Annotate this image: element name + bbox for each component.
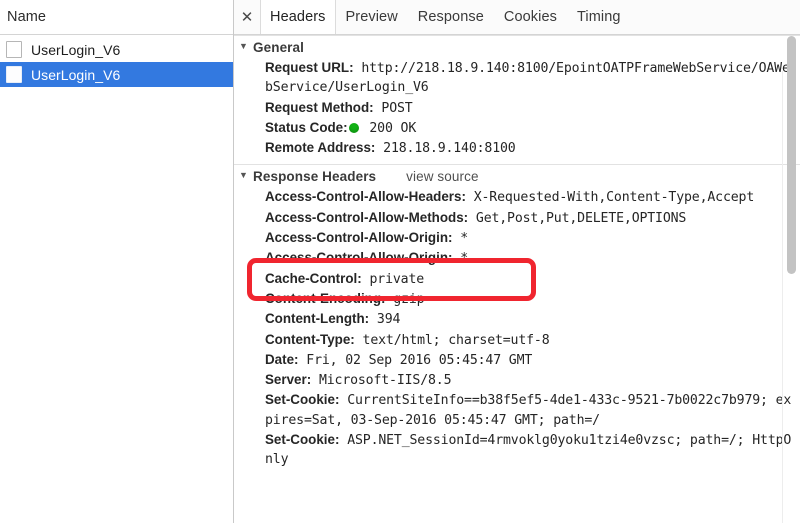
header-row: Set-Cookie: ASP.NET_SessionId=4rmvoklg0y…	[265, 430, 792, 470]
tab-timing[interactable]: Timing	[566, 0, 631, 34]
header-value: 218.18.9.140:8100	[375, 141, 516, 157]
header-row: Cache-Control: private	[265, 269, 792, 289]
section-header-response-headers[interactable]: ▼ Response Headers view source	[234, 164, 800, 187]
header-value: Fri, 02 Sep 2016 05:45:47 GMT	[298, 352, 533, 368]
header-name: Access-Control-Allow-Headers:	[265, 189, 466, 205]
headers-content: ▼ General Request URL: http://218.18.9.1…	[234, 35, 800, 523]
tab-cookies[interactable]: Cookies	[493, 0, 567, 34]
header-row: Set-Cookie: CurrentSiteInfo==b38f5ef5-4d…	[265, 390, 792, 430]
header-value: 394	[369, 312, 401, 328]
header-name: Request URL:	[265, 60, 354, 75]
header-row: Access-Control-Allow-Headers: X-Requeste…	[265, 187, 792, 207]
header-row: Server: Microsoft-IIS/8.5	[265, 370, 792, 390]
header-row: Status Code: 200 OK	[265, 118, 792, 138]
header-value: *	[452, 231, 469, 247]
header-name: Set-Cookie:	[265, 392, 340, 408]
header-name: Set-Cookie:	[265, 432, 340, 448]
section-title-response-headers: Response Headers	[253, 169, 377, 185]
header-row: Request URL: http://218.18.9.140:8100/Ep…	[265, 58, 792, 98]
header-row: Access-Control-Allow-Origin: *	[265, 248, 792, 268]
chevron-down-icon: ▼	[239, 170, 249, 181]
header-name: Server:	[265, 372, 312, 388]
header-name: Content-Encoding:	[265, 290, 386, 306]
tab-preview[interactable]: Preview	[335, 0, 408, 34]
header-row: Content-Length: 394	[265, 309, 792, 329]
header-value: private	[361, 271, 425, 287]
header-row: Request Method: POST	[265, 98, 792, 118]
header-name: Cache-Control:	[265, 270, 362, 286]
header-row: Access-Control-Allow-Methods: Get,Post,P…	[265, 208, 792, 228]
header-value: CurrentSiteInfo==b38f5ef5-4de1-433c-9521…	[265, 393, 792, 428]
header-value: POST	[373, 100, 413, 116]
panel-edge-divider	[782, 71, 783, 523]
header-value: *	[452, 251, 469, 267]
header-name: Date:	[265, 351, 299, 367]
header-name: Remote Address:	[265, 140, 376, 156]
header-value: text/html; charset=utf-8	[354, 332, 550, 348]
header-row: Date: Fri, 02 Sep 2016 05:45:47 GMT	[265, 350, 792, 370]
chevron-down-icon: ▼	[239, 41, 249, 51]
list-item-label: UserLogin_V6	[31, 66, 121, 83]
document-icon	[6, 66, 22, 83]
view-source-link[interactable]: view source	[406, 169, 478, 184]
list-item[interactable]: UserLogin_V6	[0, 62, 233, 87]
header-name: Status Code:	[265, 119, 348, 135]
header-name: Access-Control-Allow-Methods:	[265, 209, 469, 225]
scrollbar-thumb[interactable]	[787, 36, 796, 274]
general-rows: Request URL: http://218.18.9.140:8100/Ep…	[234, 58, 800, 158]
header-row: Access-Control-Allow-Origin: *	[265, 228, 792, 248]
header-name: Content-Length:	[265, 311, 370, 327]
request-list-column-header[interactable]: Name	[0, 0, 233, 35]
header-value: X-Requested-With,Content-Type,Accept	[465, 190, 755, 206]
header-value: Get,Post,Put,DELETE,OPTIONS	[468, 210, 687, 226]
vertical-scrollbar[interactable]	[785, 36, 798, 523]
header-name: Request Method:	[265, 99, 374, 115]
header-name: Access-Control-Allow-Origin:	[265, 250, 453, 266]
devtools-network-panel: Name UserLogin_V6 UserLogin_V6 ✕ Headers…	[0, 0, 800, 523]
header-value: gzip	[385, 291, 425, 307]
list-item-label: UserLogin_V6	[31, 41, 121, 58]
detail-panel: ✕ Headers Preview Response Cookies Timin…	[234, 0, 800, 523]
request-list-panel: Name UserLogin_V6 UserLogin_V6	[0, 0, 234, 523]
header-row: Remote Address: 218.18.9.140:8100	[265, 138, 792, 158]
request-list: UserLogin_V6 UserLogin_V6	[0, 35, 233, 87]
status-ok-dot-icon	[348, 122, 359, 133]
close-icon[interactable]: ✕	[234, 0, 260, 34]
header-name: Content-Type:	[265, 331, 355, 347]
list-item[interactable]: UserLogin_V6	[0, 37, 233, 62]
column-header-name-label: Name	[7, 9, 47, 25]
tab-response[interactable]: Response	[407, 0, 494, 34]
detail-tabbar: ✕ Headers Preview Response Cookies Timin…	[234, 0, 800, 35]
response-headers-rows: Access-Control-Allow-Headers: X-Requeste…	[234, 187, 800, 469]
header-row: Content-Encoding: gzip	[265, 289, 792, 309]
section-header-general[interactable]: ▼ General	[234, 35, 800, 58]
header-value: ASP.NET_SessionId=4rmvoklg0yoku1tzi4e0vz…	[265, 433, 792, 468]
header-name: Access-Control-Allow-Origin:	[265, 230, 453, 246]
header-row: Content-Type: text/html; charset=utf-8	[265, 330, 792, 350]
header-value: Microsoft-IIS/8.5	[311, 373, 452, 389]
document-icon	[6, 41, 22, 58]
section-title-general: General	[253, 40, 304, 55]
header-value: 200 OK	[361, 120, 417, 136]
tab-headers[interactable]: Headers	[260, 0, 336, 34]
